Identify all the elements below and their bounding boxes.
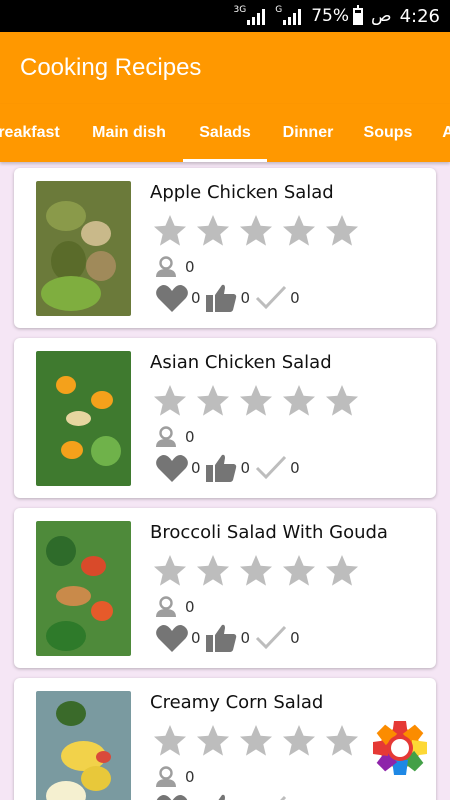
- recipe-card[interactable]: Broccoli Salad With Gouda 0 0 0 0: [14, 508, 436, 668]
- thumbs-count: 0: [240, 289, 251, 307]
- star-icon[interactable]: [195, 723, 231, 759]
- star-icon[interactable]: [324, 383, 360, 419]
- check-icon[interactable]: [254, 793, 288, 800]
- thumbs-up-icon[interactable]: [205, 283, 239, 313]
- gear-icon[interactable]: [370, 718, 430, 778]
- views-count: 0: [185, 598, 195, 616]
- tab-next[interactable]: A: [438, 104, 450, 162]
- recipe-title[interactable]: Broccoli Salad With Gouda: [150, 522, 388, 543]
- checks-count: 0: [290, 289, 300, 307]
- likes-count: 0: [191, 459, 201, 477]
- battery-percent: 75%: [311, 6, 350, 26]
- battery-icon: [353, 4, 364, 25]
- recipe-card[interactable]: Apple Chicken Salad 0 0 0 0: [14, 168, 436, 328]
- star-icon[interactable]: [195, 383, 231, 419]
- recipe-image[interactable]: [36, 691, 131, 800]
- clock: 4:26: [399, 5, 440, 27]
- views-row: 0: [155, 596, 195, 618]
- star-icon[interactable]: [238, 723, 274, 759]
- thumbs-up-icon[interactable]: [205, 793, 239, 800]
- recipe-image[interactable]: [36, 181, 131, 316]
- person-icon: [156, 766, 176, 787]
- star-icon[interactable]: [152, 553, 188, 589]
- person-icon: [156, 426, 176, 447]
- category-tabs: reakfast Main dish Salads Dinner Soups A: [0, 104, 450, 162]
- check-icon[interactable]: [254, 453, 288, 483]
- recipe-image[interactable]: [36, 351, 131, 486]
- status-bar: 3G G 75% ص 4:26: [0, 0, 450, 32]
- star-icon[interactable]: [324, 213, 360, 249]
- app-bar: Cooking Recipes: [0, 32, 450, 104]
- views-row: 0: [155, 256, 195, 278]
- heart-icon[interactable]: [155, 283, 189, 313]
- recipe-list[interactable]: Apple Chicken Salad 0 0 0 0 Asian Chicke…: [0, 162, 450, 800]
- signal-icon-2: [283, 8, 302, 25]
- heart-icon[interactable]: [155, 453, 189, 483]
- tab-dinner[interactable]: Dinner: [274, 104, 342, 162]
- network-type-label: 3G: [233, 5, 247, 15]
- views-count: 0: [185, 428, 195, 446]
- recipe-title[interactable]: Creamy Corn Salad: [150, 692, 323, 713]
- heart-icon[interactable]: [155, 623, 189, 653]
- thumbs-count: 0: [240, 459, 251, 477]
- signal-icon: [247, 8, 266, 25]
- network-type-label-2: G: [275, 5, 283, 15]
- check-icon[interactable]: [254, 623, 288, 653]
- app-title: Cooking Recipes: [20, 54, 202, 81]
- star-icon[interactable]: [281, 553, 317, 589]
- actions-row: 0 0 0: [155, 283, 304, 313]
- star-icon[interactable]: [152, 383, 188, 419]
- star-icon[interactable]: [152, 723, 188, 759]
- star-icon[interactable]: [238, 383, 274, 419]
- recipe-image[interactable]: [36, 521, 131, 656]
- star-icon[interactable]: [152, 213, 188, 249]
- ampm-label: ص: [371, 6, 392, 26]
- actions-row: 0 0 0: [155, 623, 304, 653]
- star-icon[interactable]: [281, 383, 317, 419]
- heart-icon[interactable]: [155, 793, 189, 800]
- rating-stars[interactable]: [152, 383, 360, 419]
- likes-count: 0: [191, 289, 201, 307]
- rating-stars[interactable]: [152, 553, 360, 589]
- rating-stars[interactable]: [152, 723, 360, 759]
- star-icon[interactable]: [281, 213, 317, 249]
- tab-salads[interactable]: Salads: [183, 104, 267, 162]
- views-count: 0: [185, 258, 195, 276]
- views-count: 0: [185, 768, 195, 786]
- star-icon[interactable]: [195, 213, 231, 249]
- tab-main-dish[interactable]: Main dish: [84, 104, 174, 162]
- thumbs-up-icon[interactable]: [205, 623, 239, 653]
- recipe-title[interactable]: Asian Chicken Salad: [150, 352, 332, 373]
- rating-stars[interactable]: [152, 213, 360, 249]
- recipe-title[interactable]: Apple Chicken Salad: [150, 182, 334, 203]
- checks-count: 0: [290, 459, 300, 477]
- recipe-card[interactable]: Asian Chicken Salad 0 0 0 0: [14, 338, 436, 498]
- person-icon: [156, 256, 176, 277]
- person-icon: [156, 596, 176, 617]
- check-icon[interactable]: [254, 283, 288, 313]
- actions-row: 0 0 0: [155, 453, 304, 483]
- star-icon[interactable]: [195, 553, 231, 589]
- likes-count: 0: [191, 629, 201, 647]
- star-icon[interactable]: [238, 553, 274, 589]
- thumbs-count: 0: [240, 629, 251, 647]
- tab-breakfast[interactable]: reakfast: [0, 104, 64, 162]
- tab-soups[interactable]: Soups: [356, 104, 420, 162]
- actions-row: 0 0 0: [155, 793, 304, 800]
- views-row: 0: [155, 426, 195, 448]
- star-icon[interactable]: [324, 553, 360, 589]
- checks-count: 0: [290, 629, 300, 647]
- star-icon[interactable]: [281, 723, 317, 759]
- views-row: 0: [155, 766, 195, 788]
- star-icon[interactable]: [324, 723, 360, 759]
- star-icon[interactable]: [238, 213, 274, 249]
- thumbs-up-icon[interactable]: [205, 453, 239, 483]
